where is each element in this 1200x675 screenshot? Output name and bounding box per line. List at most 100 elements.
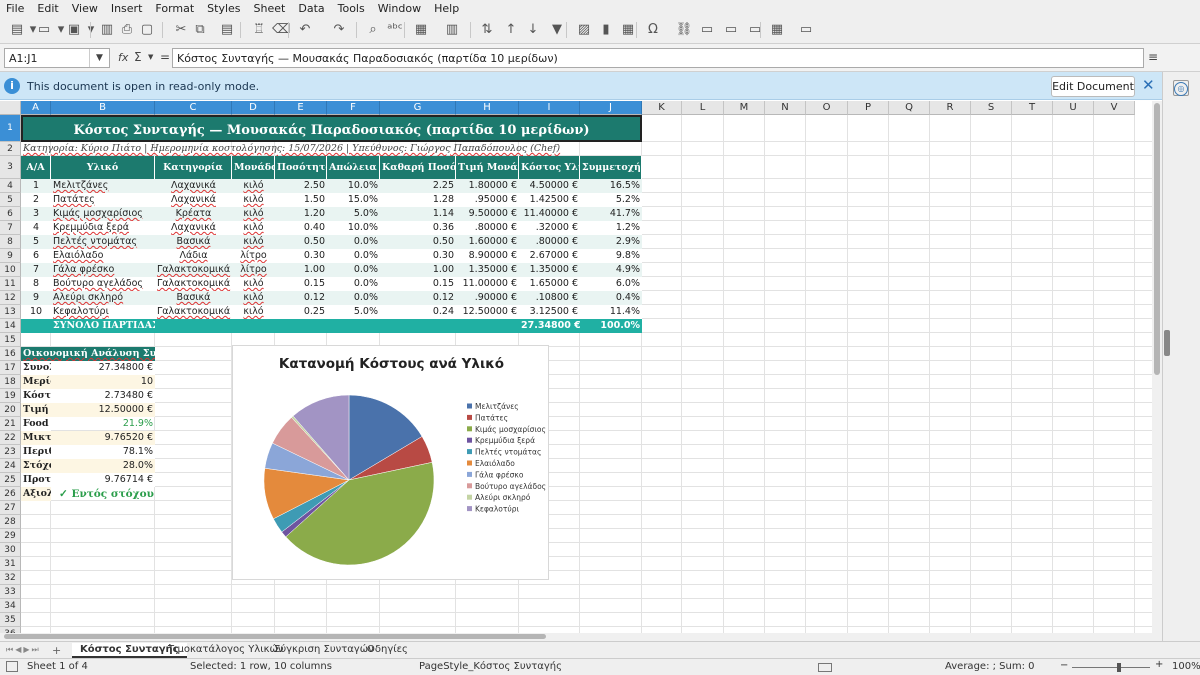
table-cell[interactable]: 5 [21, 235, 51, 249]
table-cell[interactable]: κιλό [232, 291, 275, 305]
formula-input[interactable]: Κόστος Συνταγής — Μουσακάς Παραδοσιακός … [172, 48, 1144, 68]
row-header-27[interactable]: 27 [0, 501, 21, 515]
column-header-c[interactable]: C [155, 101, 232, 115]
table-cell[interactable]: 8 [21, 277, 51, 291]
table-cell[interactable]: 0.0% [327, 263, 380, 277]
sheet-nav-arrows-icon[interactable]: ⏮◀▶⏭ [6, 645, 41, 655]
table-cell[interactable]: 0.30 [380, 249, 456, 263]
comment-icon[interactable]: ▭ [698, 21, 716, 39]
menu-view[interactable]: View [72, 2, 98, 15]
row-header-26[interactable]: 26 [0, 487, 21, 501]
table-cell[interactable]: λίτρο [232, 263, 275, 277]
table-cell[interactable]: 0.12 [275, 291, 327, 305]
table-cell[interactable]: 1.80000 € [456, 179, 519, 193]
menu-window[interactable]: Window [378, 2, 421, 15]
table-cell[interactable]: 1.65000 € [519, 277, 580, 291]
total-share[interactable]: 100.0% [580, 319, 642, 333]
table-cell[interactable]: Κιμάς μοσχαρίσιος [51, 207, 155, 221]
chart-icon[interactable]: ▮ [597, 21, 615, 39]
column-header-p[interactable]: P [848, 101, 889, 115]
header-cell[interactable]: Τιμή Μονάδας [456, 156, 519, 179]
total-cell[interactable] [21, 319, 51, 333]
print-preview-icon[interactable]: ▢ [138, 21, 156, 39]
header-cell[interactable]: Μονάδα [232, 156, 275, 179]
table-cell[interactable]: 0.0% [327, 277, 380, 291]
table-cell[interactable]: 0.12 [380, 291, 456, 305]
column-header-l[interactable]: L [682, 101, 724, 115]
menu-styles[interactable]: Styles [207, 2, 240, 15]
table-cell[interactable]: 0.50 [275, 235, 327, 249]
table-cell[interactable]: Μελιτζάνες [51, 179, 155, 193]
column-header-m[interactable]: M [724, 101, 765, 115]
header-cell[interactable]: Ποσότητα [275, 156, 327, 179]
table-cell[interactable]: 2.25 [380, 179, 456, 193]
table-cell[interactable]: 1.14 [380, 207, 456, 221]
total-cell[interactable] [275, 319, 327, 333]
menu-data[interactable]: Data [298, 2, 324, 15]
analysis-value[interactable]: ✓ Εντός στόχου [51, 487, 232, 501]
table-cell[interactable]: Γαλακτοκομικά [155, 263, 232, 277]
table-cell[interactable]: Βούτυρο αγελάδος [51, 277, 155, 291]
analysis-value[interactable]: 21.9% [51, 417, 155, 431]
row-header-31[interactable]: 31 [0, 557, 21, 571]
analysis-value[interactable]: 12.50000 € [51, 403, 155, 417]
row-header-12[interactable]: 12 [0, 291, 21, 305]
table-cell[interactable]: 10.0% [327, 179, 380, 193]
row-header-35[interactable]: 35 [0, 613, 21, 627]
table-cell[interactable]: 0.0% [327, 291, 380, 305]
analysis-label[interactable]: Αξιολόγηση [21, 487, 51, 501]
table-cell[interactable]: .32000 € [519, 221, 580, 235]
row-header-4[interactable]: 4 [0, 179, 21, 193]
row-header-24[interactable]: 24 [0, 459, 21, 473]
sort-icon[interactable]: ⇅ [478, 21, 496, 39]
sidebar-collapse-handle[interactable] [1164, 330, 1170, 356]
status-page-style[interactable]: PageStyle_Κόστος Συνταγής [419, 661, 562, 672]
save-icon[interactable]: ▣ [65, 21, 83, 39]
menu-tools[interactable]: Tools [338, 2, 365, 15]
table-cell[interactable]: κιλό [232, 179, 275, 193]
copy-icon[interactable]: ⧉ [191, 21, 209, 39]
table-cell[interactable]: 5.0% [327, 207, 380, 221]
table-cell[interactable]: 1.35000 € [456, 263, 519, 277]
table-cell[interactable]: 6.0% [580, 277, 642, 291]
analysis-value[interactable]: 27.34800 € [51, 361, 155, 375]
total-cell[interactable] [155, 319, 232, 333]
column-header-s[interactable]: S [971, 101, 1012, 115]
table-cell[interactable]: 1.60000 € [456, 235, 519, 249]
analysis-label[interactable]: Μερίδες [21, 375, 51, 389]
row-header-2[interactable]: 2 [0, 142, 21, 156]
analysis-label[interactable]: Κόστος μερίδας [21, 389, 51, 403]
table-cell[interactable]: κιλό [232, 305, 275, 319]
table-cell[interactable]: Λαχανικά [155, 179, 232, 193]
table-cell[interactable]: 1.00 [380, 263, 456, 277]
menu-help[interactable]: Help [434, 2, 459, 15]
row-header-29[interactable]: 29 [0, 529, 21, 543]
header-cell[interactable]: Συμμετοχή % [580, 156, 642, 179]
table-cell[interactable]: 11.40000 € [519, 207, 580, 221]
table-cell[interactable]: Κρεμμύδια ξερά [51, 221, 155, 235]
zoom-level[interactable]: 100% [1172, 661, 1200, 672]
table-cell[interactable]: 6 [21, 249, 51, 263]
meta-cell[interactable]: Κατηγορία: Κύριο Πιάτο | Ημερομηνία κοστ… [21, 142, 642, 156]
undo-icon[interactable]: ↶ [296, 21, 314, 39]
link-icon[interactable]: ⛓ [675, 21, 693, 39]
analysis-value[interactable]: 9.76714 € [51, 473, 155, 487]
header-cell[interactable]: Κόστος Υλικού [519, 156, 580, 179]
table-cell[interactable]: 1.28 [380, 193, 456, 207]
menu-insert[interactable]: Insert [111, 2, 143, 15]
row-header-13[interactable]: 13 [0, 305, 21, 319]
title-cell[interactable]: Κόστος Συνταγής — Μουσακάς Παραδοσιακός … [21, 115, 642, 142]
total-cell[interactable] [232, 319, 275, 333]
vertical-scrollbar[interactable]: ▲ [1152, 101, 1162, 633]
analysis-label[interactable]: Food cost [21, 417, 51, 431]
column-header-f[interactable]: F [327, 101, 380, 115]
table-cell[interactable]: Πατάτες [51, 193, 155, 207]
table-cell[interactable]: .10800 € [519, 291, 580, 305]
menu-file[interactable]: File [6, 2, 24, 15]
row-header-1[interactable]: 1 [0, 115, 21, 142]
analysis-value[interactable]: 78.1% [51, 445, 155, 459]
total-label[interactable]: ΣΥΝΟΛΟ ΠΑΡΤΙΔΑΣ [51, 319, 155, 333]
zoom-slider-thumb[interactable] [1117, 663, 1121, 672]
table-cell[interactable]: 0.0% [327, 235, 380, 249]
sort-desc-icon[interactable]: ↓ [524, 21, 542, 39]
